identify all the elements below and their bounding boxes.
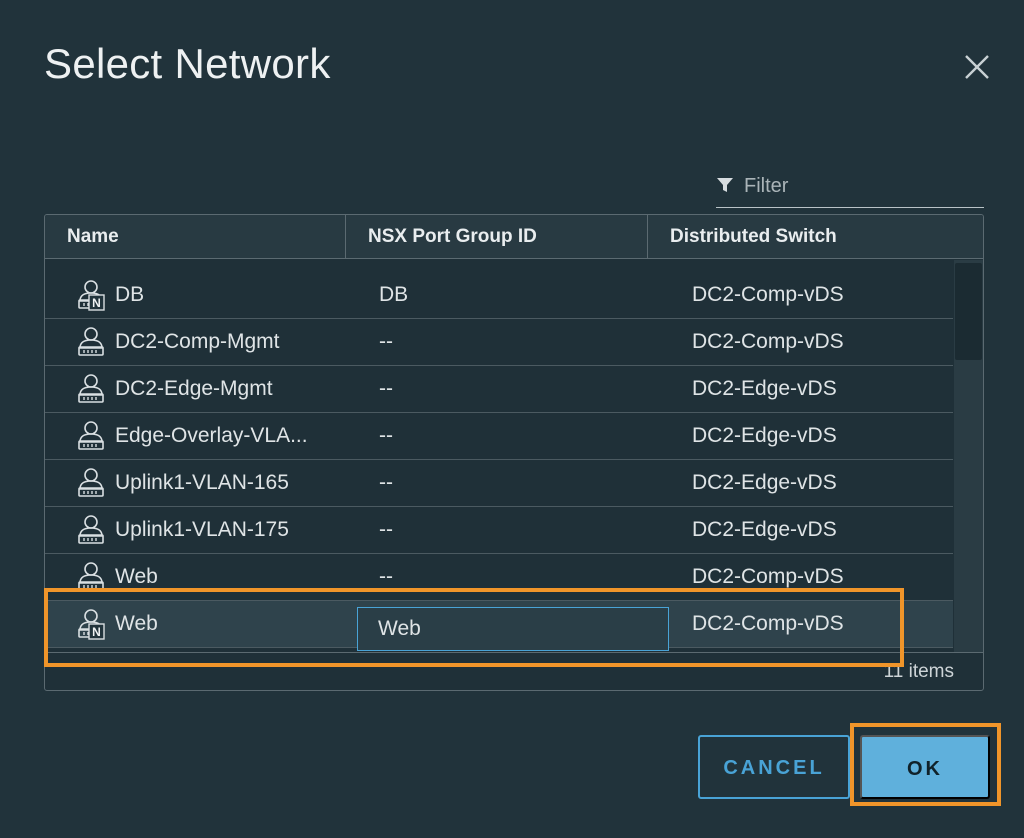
table-row[interactable]: Uplink1-VLAN-175 -- DC2-Edge-vDS — [45, 507, 953, 554]
cell-name: Uplink1-VLAN-175 — [115, 518, 289, 541]
svg-text:N: N — [92, 296, 101, 310]
cell-name: DC2-Edge-Mgmt — [115, 377, 273, 400]
cell-distributed-switch: DC2-Comp-vDS — [692, 330, 844, 353]
table-row[interactable]: DC2-Edge-Mgmt -- DC2-Edge-vDS — [45, 366, 953, 413]
cell-distributed-switch: DC2-Edge-vDS — [692, 424, 837, 447]
cell-nsx-port-group-id: -- — [379, 424, 393, 447]
cancel-button[interactable]: CANCEL — [698, 735, 850, 799]
cell-nsx-port-group-id: -- — [379, 377, 393, 400]
table-row[interactable]: Uplink1-VLAN-165 -- DC2-Edge-vDS — [45, 460, 953, 507]
scrollbar-thumb[interactable] — [955, 263, 982, 360]
cell-distributed-switch: DC2-Edge-vDS — [692, 377, 837, 400]
cell-distributed-switch: DC2-Comp-vDS — [692, 565, 844, 588]
cell-nsx-port-group-id-focused[interactable]: Web — [357, 607, 669, 651]
table-row[interactable]: Web -- DC2-Comp-vDS — [45, 554, 953, 601]
item-count: 11 items — [883, 661, 954, 682]
cell-nsx-port-group-id: -- — [379, 565, 393, 588]
table-row[interactable]: Edge-Overlay-VLA... -- DC2-Edge-vDS — [45, 413, 953, 460]
table-row[interactable]: N DB DB DC2-Comp-vDS — [45, 272, 953, 319]
svg-text:N: N — [92, 625, 101, 639]
cell-distributed-switch: DC2-Comp-vDS — [692, 283, 844, 306]
cell-nsx-port-group-id: -- — [379, 518, 393, 541]
cell-nsx-port-group-id: DB — [379, 283, 409, 306]
cell-nsx-port-group-id: -- — [379, 471, 393, 494]
close-icon[interactable] — [960, 50, 994, 84]
grid-body: N DB DB DC2-Comp-vDS DC2-Comp-Mgmt -- DC2-Comp… — [45, 260, 953, 652]
filter-box — [716, 168, 984, 208]
nsx-network-icon: N — [76, 279, 106, 311]
network-icon — [76, 561, 106, 593]
filter-input[interactable] — [744, 170, 974, 202]
network-icon — [76, 514, 106, 546]
table-row[interactable]: DC2-Comp-Mgmt -- DC2-Comp-vDS — [45, 319, 953, 366]
cell-name: Edge-Overlay-VLA... — [115, 424, 308, 447]
grid-header: Name NSX Port Group ID Distributed Switc… — [45, 215, 983, 259]
ok-button[interactable]: OK — [860, 735, 990, 799]
column-header-distributed-switch[interactable]: Distributed Switch — [647, 215, 983, 259]
dialog-title: Select Network — [44, 40, 331, 87]
cell-name: DB — [115, 283, 145, 306]
network-icon — [76, 326, 106, 358]
network-grid: Name NSX Port Group ID Distributed Switc… — [44, 214, 984, 691]
column-header-nsx-port-group-id[interactable]: NSX Port Group ID — [345, 215, 647, 259]
cell-distributed-switch: DC2-Edge-vDS — [692, 471, 837, 494]
grid-footer: 11 items — [45, 652, 983, 690]
cell-name: Web — [115, 565, 158, 588]
nsx-network-icon: N — [76, 608, 106, 640]
network-icon — [76, 373, 106, 405]
cell-distributed-switch: DC2-Comp-vDS — [692, 612, 844, 635]
cell-nsx-port-group-id: -- — [379, 330, 393, 353]
column-header-name[interactable]: Name — [45, 215, 345, 259]
cell-name: Uplink1-VLAN-165 — [115, 471, 289, 494]
cell-distributed-switch: DC2-Edge-vDS — [692, 518, 837, 541]
network-icon — [76, 467, 106, 499]
cell-name: Web — [115, 612, 158, 635]
cell-name: DC2-Comp-Mgmt — [115, 330, 280, 353]
vertical-scrollbar[interactable] — [954, 260, 983, 652]
table-row[interactable]: N Web Web DC2-Comp-vDS — [45, 601, 953, 651]
network-icon — [76, 420, 106, 452]
filter-icon — [717, 178, 733, 192]
